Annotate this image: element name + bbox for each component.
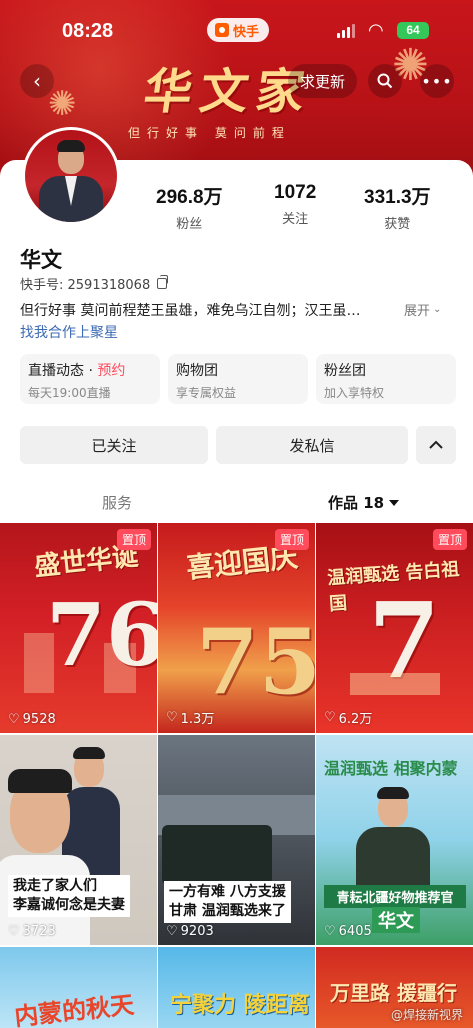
post-banner: 青耘北疆好物推荐官 xyxy=(324,885,466,908)
gate-decoration xyxy=(350,673,440,695)
post-likes: ♡ 1.3万 xyxy=(166,710,215,727)
copy-icon[interactable] xyxy=(157,275,169,289)
stat-likes[interactable]: 331.3万 获赞 xyxy=(364,182,431,232)
stat-label: 获赞 xyxy=(384,217,411,232)
feature-title: 直播动态 · 预约 xyxy=(28,363,126,379)
profile-bio: 但行好事 莫问前程楚王虽雄，难免乌江自刎；汉王虽… xyxy=(20,303,361,319)
reserve-label: 预约 xyxy=(97,363,126,379)
chevron-up-icon xyxy=(429,440,443,449)
expand-label: 展开 xyxy=(404,304,431,319)
tab-works-label: 作品 18 xyxy=(328,494,385,512)
heart-icon: ♡ xyxy=(8,924,20,939)
more-button[interactable]: ••• xyxy=(420,64,454,98)
feature-subtitle: 加入享特权 xyxy=(324,386,385,400)
back-button[interactable]: ‹ xyxy=(20,64,54,98)
stat-following[interactable]: 1072 关注 xyxy=(274,182,316,227)
pinned-badge: 置顶 xyxy=(274,529,309,550)
feature-shopping[interactable]: 购物团 享专属权益 xyxy=(168,354,308,404)
search-button[interactable] xyxy=(368,64,402,98)
post-likes: ♡ 9528 xyxy=(8,712,56,727)
stat-label: 关注 xyxy=(282,212,309,227)
post-name: 华文 xyxy=(372,907,420,933)
post-tile[interactable]: 万里路 援疆行 @焊接新视界 xyxy=(316,947,473,1028)
post-title: 内蒙的秋天 xyxy=(13,989,136,1028)
pinned-badge: 置顶 xyxy=(432,529,467,550)
post-tile[interactable]: 盛世华诞 76 置顶 ♡ 9528 xyxy=(0,523,157,733)
post-big-number: 75 xyxy=(196,609,315,715)
feature-title: 粉丝团 xyxy=(324,363,366,379)
message-button[interactable]: 发私信 xyxy=(216,426,408,464)
content-tabs: 服务 作品 18 xyxy=(0,488,473,518)
chevron-left-icon: ‹ xyxy=(33,69,41,93)
kuaishou-id-text: 快手号: 2591318068 xyxy=(20,278,151,293)
pinned-badge: 置顶 xyxy=(116,529,151,550)
banner-slogan: 但行好事 莫问前程 xyxy=(128,126,291,140)
post-tile[interactable]: 温润甄选 告白祖国 7 置顶 ♡ 6.2万 xyxy=(316,523,473,733)
status-time: 08:28 xyxy=(62,20,114,42)
firework-decoration: ✺ xyxy=(48,84,77,124)
stat-value: 296.8万 xyxy=(156,187,223,208)
heart-icon: ♡ xyxy=(8,712,20,727)
avatar[interactable] xyxy=(22,127,120,225)
heart-icon: ♡ xyxy=(324,924,336,939)
feature-title: 购物团 xyxy=(176,363,218,379)
post-likes: ♡ 9203 xyxy=(166,924,214,939)
feature-subtitle: 每天19:00直播 xyxy=(28,386,111,400)
feature-subtitle: 享专属权益 xyxy=(176,386,237,400)
wifi-icon: ◠ xyxy=(368,20,384,41)
app-indicator: 快手 xyxy=(207,18,270,42)
watermark: @焊接新视界 xyxy=(390,1008,463,1022)
tab-services[interactable]: 服务 xyxy=(102,492,132,513)
kuaishou-logo-icon xyxy=(215,23,229,37)
post-title: 万里路 援疆行 xyxy=(330,981,457,1005)
stat-label: 粉丝 xyxy=(176,217,203,232)
post-likes: ♡ 3723 xyxy=(8,924,56,939)
cooperate-link[interactable]: 找我合作上聚星 xyxy=(20,322,118,342)
post-tile[interactable]: 温润甄选 相聚内蒙 青耘北疆好物推荐官 华文 ♡ 6405 xyxy=(316,735,473,945)
post-big-number: 76 xyxy=(46,585,157,686)
post-likes: ♡ 6.2万 xyxy=(324,710,373,727)
profile-name: 华文 xyxy=(20,248,62,272)
caret-down-icon xyxy=(389,499,400,506)
video-caption: 我走了家人们 李嘉诚何念是夫妻 xyxy=(8,875,130,917)
avatar-photo xyxy=(25,130,117,222)
app-name: 快手 xyxy=(233,24,260,40)
heart-icon: ♡ xyxy=(324,710,336,725)
stat-value: 1072 xyxy=(274,182,317,203)
post-tile[interactable]: 一方有难 八方支援 甘肃 温润甄选来了 ♡ 9203 xyxy=(158,735,315,945)
request-update-button[interactable]: 求更新 xyxy=(288,64,358,98)
post-tile[interactable]: 我走了家人们 李嘉诚何念是夫妻 ♡ 3723 xyxy=(0,735,157,945)
collapse-button[interactable] xyxy=(416,426,456,464)
post-tile[interactable]: 喜迎国庆 75 置顶 ♡ 1.3万 xyxy=(158,523,315,733)
scene-vehicle xyxy=(162,825,272,885)
tab-works[interactable]: 作品 18 xyxy=(328,492,400,513)
feature-live[interactable]: 直播动态 · 预约 每天19:00直播 xyxy=(20,354,160,404)
search-icon xyxy=(377,73,393,89)
signal-icon xyxy=(337,24,355,38)
post-title: 温润甄选 相聚内蒙 xyxy=(324,759,458,778)
posts-grid: 盛世华诞 76 置顶 ♡ 9528 喜迎国庆 75 置顶 ♡ 1.3万 温润甄选 告… xyxy=(0,523,473,1028)
feature-row: 直播动态 · 预约 每天19:00直播 购物团 享专属权益 粉丝团 加入享特权 xyxy=(20,354,456,404)
video-caption: 一方有难 八方支援 甘肃 温润甄选来了 xyxy=(164,881,291,923)
status-bar: 08:28 快手 ◠ 64 xyxy=(0,18,473,48)
heart-icon: ♡ xyxy=(166,924,178,939)
post-tile[interactable]: 宁聚力 陵距离 xyxy=(158,947,315,1028)
post-tile[interactable]: 内蒙的秋天 xyxy=(0,947,157,1028)
stat-value: 331.3万 xyxy=(364,187,431,208)
action-row: 已关注 发私信 xyxy=(20,426,456,464)
kuaishou-id: 快手号: 2591318068 xyxy=(20,274,169,293)
expand-bio-button[interactable]: 展开 ⌄ xyxy=(404,300,441,319)
stat-followers[interactable]: 296.8万 粉丝 xyxy=(156,182,223,232)
chevron-down-icon: ⌄ xyxy=(433,304,442,315)
more-dots-icon: ••• xyxy=(421,71,453,91)
followed-button[interactable]: 已关注 xyxy=(20,426,208,464)
feature-fans[interactable]: 粉丝团 加入享特权 xyxy=(316,354,456,404)
heart-icon: ♡ xyxy=(166,710,178,725)
post-likes: ♡ 6405 xyxy=(324,924,372,939)
battery-indicator: 64 xyxy=(397,22,429,39)
post-title: 宁聚力 陵距离 xyxy=(170,992,310,1018)
